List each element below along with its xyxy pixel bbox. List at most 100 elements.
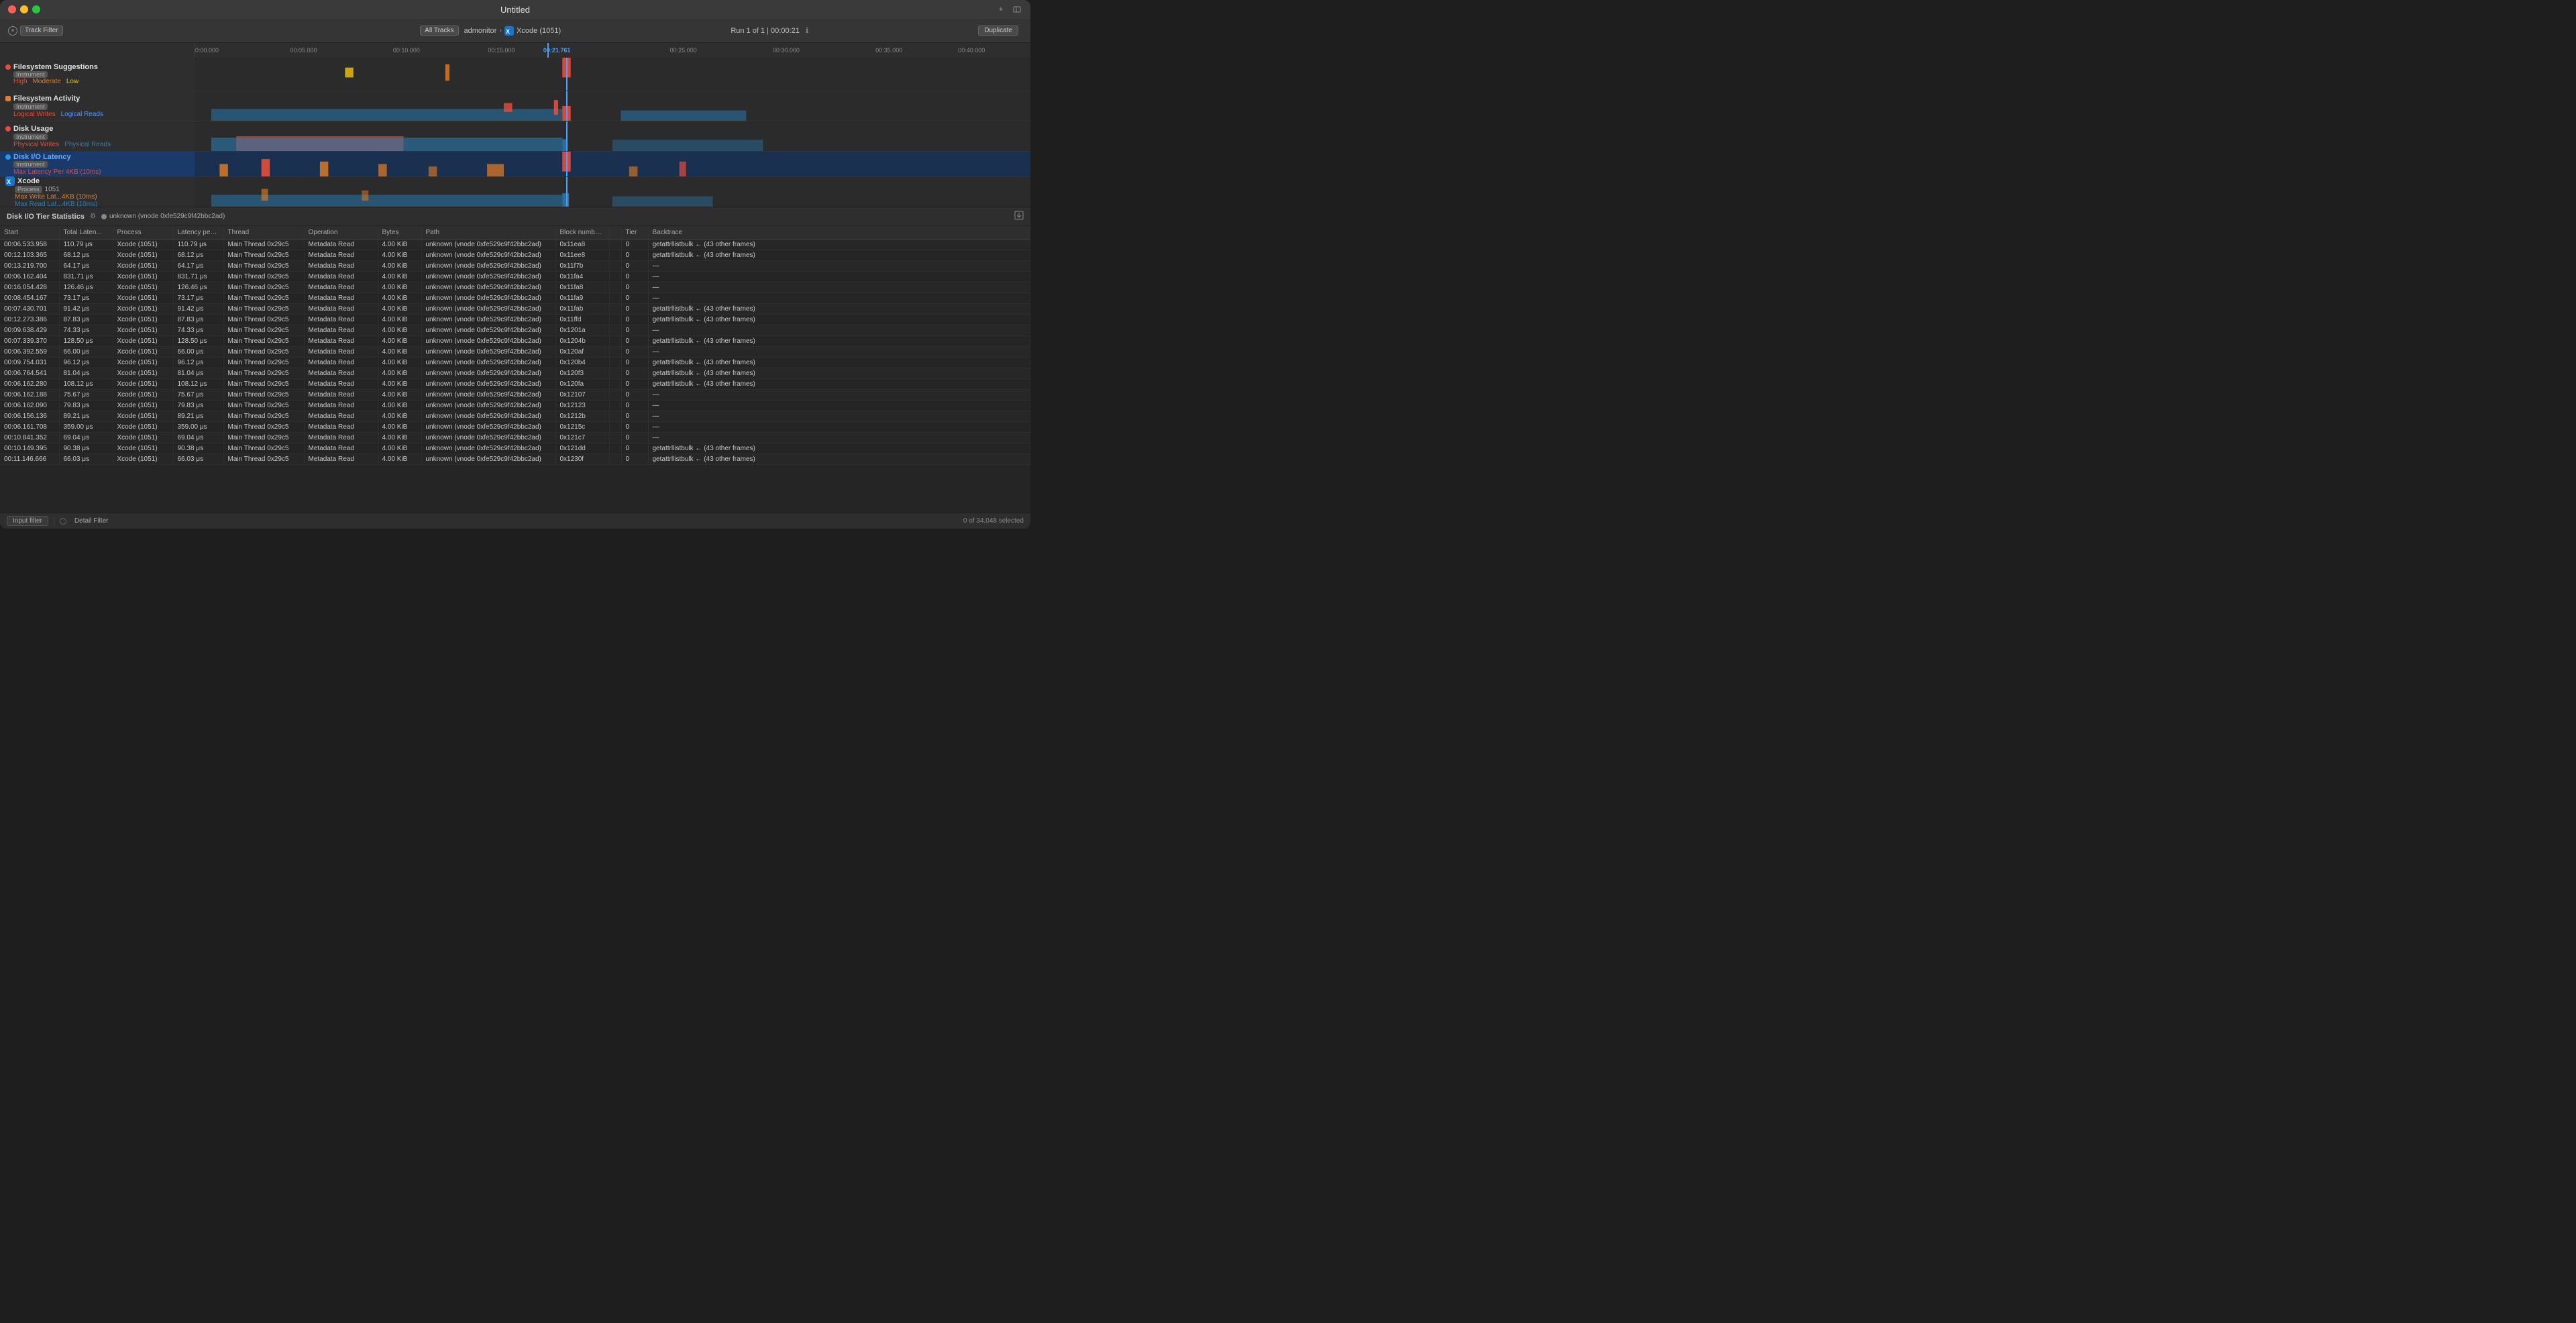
data-table: Start Total Laten... Process Latency per… (0, 226, 1030, 465)
window-title: Untitled (500, 5, 530, 15)
table-row[interactable]: 00:07.430.70191.42 μsXcode (1051)91.42 μ… (0, 304, 1030, 315)
table-row[interactable]: 00:06.162.09079.83 μsXcode (1051)79.83 μ… (0, 401, 1030, 411)
col-header-backtrace[interactable]: Backtrace (648, 226, 1030, 240)
track-label-filesystem-suggestions: Filesystem Suggestions Instrument High M… (0, 58, 195, 91)
suggestions-moderate-label: Moderate (33, 78, 61, 85)
table-row[interactable]: 00:11.146.66666.03 μsXcode (1051)66.03 μ… (0, 454, 1030, 465)
track-viz-disk-usage (195, 121, 1030, 151)
breadcrumb: admonitor › X Xcode (1051) (464, 26, 561, 36)
col-header-block-number[interactable]: Block number (555, 226, 609, 240)
close-button[interactable] (8, 5, 16, 13)
table-row[interactable]: 00:07.339.370128.50 μsXcode (1051)128.50… (0, 336, 1030, 347)
table-row[interactable]: 00:09.638.42974.33 μsXcode (1051)74.33 μ… (0, 325, 1030, 336)
track-filter-label: Track Filter (25, 27, 58, 34)
track-label-filesystem-activity: Filesystem Activity Instrument Logical W… (0, 91, 195, 121)
col-header-operation[interactable]: Operation (304, 226, 378, 240)
max-write-lat-label: Max Write Lat...4KB (10ms) (15, 193, 189, 201)
info-icon: ℹ (806, 27, 808, 35)
data-area: Disk I/O Tier Statistics ⚙ unknown (vnod… (0, 207, 1030, 529)
table-row[interactable]: 00:13.219.70064.17 μsXcode (1051)64.17 μ… (0, 261, 1030, 272)
track-disk-io-latency[interactable]: Disk I/O Latency Instrument Max Latency … (0, 152, 1030, 177)
col-header-tier[interactable]: Tier (621, 226, 648, 240)
breadcrumb-arrow: › (499, 27, 502, 35)
settings-icon[interactable]: ⚙ (90, 213, 96, 220)
input-filter-button[interactable]: Input filter (7, 516, 48, 526)
physical-reads-label: Physical Reads (64, 141, 111, 148)
track-name-xcode: Xcode (17, 177, 40, 185)
track-label-xcode: X Xcode Process 1051 Max Write Lat...4KB… (0, 177, 195, 207)
track-content-xcode (195, 177, 1030, 207)
data-toolbar: Disk I/O Tier Statistics ⚙ unknown (vnod… (0, 207, 1030, 226)
table-row[interactable]: 00:12.103.36568.12 μsXcode (1051)68.12 μ… (0, 250, 1030, 261)
table-row[interactable]: 00:06.392.55966.00 μsXcode (1051)66.00 μ… (0, 347, 1030, 358)
table-header-row: Start Total Laten... Process Latency per… (0, 226, 1030, 240)
track-label-disk-io-latency: Disk I/O Latency Instrument Max Latency … (0, 152, 195, 176)
xcode-icon: X (504, 26, 514, 36)
ruler-tick-5: 00:30.000 (773, 47, 800, 54)
track-badge-disk-io: Instrument (13, 161, 48, 168)
col-header-start[interactable]: Start (0, 226, 59, 240)
maximize-button[interactable] (32, 5, 40, 13)
xcode-track-icon: X (5, 176, 15, 186)
run-info: Run 1 of 1 | 00:00:21 ℹ (566, 26, 973, 35)
table-row[interactable]: 00:06.162.404831.71 μsXcode (1051)831.71… (0, 272, 1030, 282)
track-icon-disk-usage (5, 126, 11, 131)
table-row[interactable]: 00:06.162.18875.67 μsXcode (1051)75.67 μ… (0, 390, 1030, 401)
node-dot (101, 214, 107, 219)
detail-filter-area: Detail Filter (60, 517, 114, 525)
tracks-container: Filesystem Suggestions Instrument High M… (0, 58, 1030, 207)
col-header-lat4k[interactable]: Latency per 4KB (173, 226, 223, 240)
track-badge-suggestions: Instrument (13, 71, 48, 78)
col-header-path[interactable]: Path (421, 226, 555, 240)
track-name-disk-io: Disk I/O Latency (13, 153, 71, 161)
duplicate-button[interactable]: Duplicate (978, 25, 1018, 36)
col-header-process[interactable]: Process (113, 226, 173, 240)
col-header-total-latency[interactable]: Total Laten... (59, 226, 113, 240)
table-row[interactable]: 00:06.162.280108.12 μsXcode (1051)108.12… (0, 379, 1030, 390)
table-row[interactable]: 00:12.273.38687.83 μsXcode (1051)87.83 μ… (0, 315, 1030, 325)
detail-filter-icon (60, 518, 66, 525)
track-content-suggestions (195, 58, 1030, 91)
timeline-header: 0:00.000 00:05.000 00:10.000 00:15.000 0… (0, 43, 1030, 58)
table-row[interactable]: 00:10.149.39590.38 μsXcode (1051)90.38 μ… (0, 443, 1030, 454)
minimize-button[interactable] (20, 5, 28, 13)
pause-icon[interactable]: ⏸ (8, 26, 17, 36)
col-header-bytes[interactable]: Bytes (378, 226, 421, 240)
track-content-disk-io (195, 152, 1030, 176)
table-row[interactable]: 00:09.754.03196.12 μsXcode (1051)96.12 μ… (0, 358, 1030, 368)
track-name-disk-usage: Disk Usage (13, 125, 53, 133)
track-filesystem-activity: Filesystem Activity Instrument Logical W… (0, 91, 1030, 121)
track-viz-activity (195, 91, 1030, 121)
table-row[interactable]: 00:06.764.54181.04 μsXcode (1051)81.04 μ… (0, 368, 1030, 379)
track-icon-suggestions (5, 64, 11, 70)
track-badge-disk-usage: Instrument (13, 134, 48, 140)
table-row[interactable]: 00:06.161.708359.00 μsXcode (1051)359.00… (0, 422, 1030, 433)
table-row[interactable]: 00:06.156.13689.21 μsXcode (1051)89.21 μ… (0, 411, 1030, 422)
fullscreen-button[interactable] (1012, 4, 1022, 15)
table-row[interactable]: 00:06.533.958110.79 μsXcode (1051)110.79… (0, 240, 1030, 250)
all-tracks-label: All Tracks (425, 27, 453, 34)
track-label-disk-usage: Disk Usage Instrument Physical Writes Ph… (0, 121, 195, 151)
titlebar-right: + (996, 4, 1022, 15)
add-button[interactable]: + (996, 4, 1006, 15)
all-tracks-button[interactable]: All Tracks (420, 25, 458, 36)
table-row[interactable]: 00:08.454.16773.17 μsXcode (1051)73.17 μ… (0, 293, 1030, 304)
export-icon[interactable] (1014, 211, 1024, 222)
xcode-pid: 1051 (45, 186, 60, 193)
ruler-tick-3: 00:15.000 (488, 47, 515, 54)
col-header-thread[interactable]: Thread (223, 226, 304, 240)
track-content-activity (195, 91, 1030, 121)
table-row[interactable]: 00:10.841.35269.04 μsXcode (1051)69.04 μ… (0, 433, 1030, 443)
track-filter-button[interactable]: Track Filter (20, 25, 63, 36)
detail-filter-button[interactable]: Detail Filter (69, 517, 114, 525)
col-header-sort[interactable] (609, 226, 621, 240)
main-window: Untitled + ⏸ Track Filter All Tracks adm… (0, 0, 1030, 529)
timeline-header-left (0, 43, 195, 58)
max-latency-per-4kb-label: Max Latency Per 4KB (10ms) (13, 168, 101, 176)
track-viz-disk-io (195, 152, 1030, 176)
table-wrapper[interactable]: Start Total Laten... Process Latency per… (0, 226, 1030, 513)
input-filter-label: Input filter (13, 517, 42, 525)
detail-filter-label: Detail Filter (74, 517, 109, 525)
track-icon-disk-io (5, 154, 11, 160)
table-row[interactable]: 00:16.054.428126.46 μsXcode (1051)126.46… (0, 282, 1030, 293)
